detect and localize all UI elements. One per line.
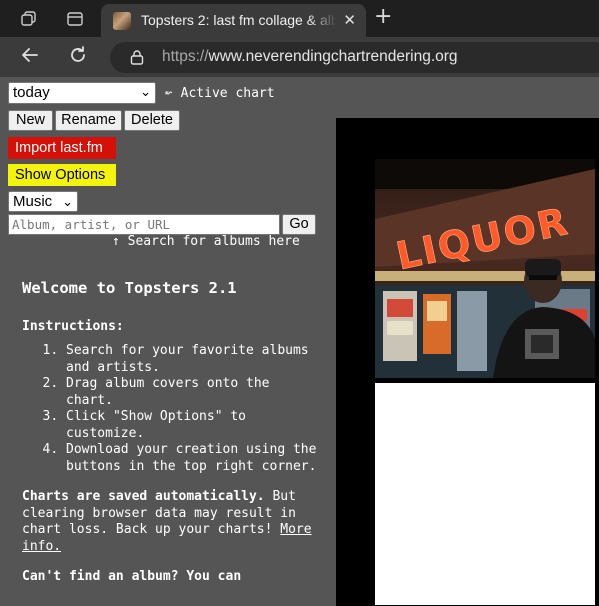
album-cover-image: LIQUOR	[375, 159, 595, 378]
new-chart-button[interactable]: New	[8, 110, 53, 131]
instruction-step: Drag album covers onto the chart.	[66, 376, 322, 409]
instructions-heading: Instructions:	[22, 319, 124, 334]
browser-toolbar: https://www.neverendingchartrendering.or…	[0, 37, 599, 77]
page-content: today ⌄ ↜ Active chart New Rename Delete…	[0, 77, 599, 606]
tab-actions-icon[interactable]	[66, 10, 84, 31]
search-input[interactable]: Album, artist, or URL	[8, 214, 280, 235]
instruction-step: Click "Show Options" to customize.	[66, 409, 322, 442]
reload-icon[interactable]	[68, 45, 88, 68]
lock-icon[interactable]	[130, 50, 144, 65]
import-lastfm-button[interactable]: Import last.fm	[8, 137, 116, 159]
welcome-title: Welcome to Topsters 2.1	[22, 279, 237, 297]
rename-chart-button[interactable]: Rename	[55, 110, 122, 131]
active-chart-label: ↜ Active chart	[165, 86, 275, 101]
close-tab-icon[interactable]: ✕	[343, 11, 356, 29]
chevron-down-icon: ⌄	[62, 194, 73, 209]
chevron-down-icon: ⌄	[140, 84, 151, 99]
chart-cell-empty[interactable]	[375, 383, 595, 605]
media-type-select[interactable]: Music ⌄	[8, 191, 78, 212]
instructions-list: Search for your favorite albums and arti…	[22, 343, 322, 475]
url-text: https://www.neverendingchartrendering.or…	[162, 48, 458, 65]
workspaces-icon[interactable]	[20, 10, 38, 31]
autosave-notice: Charts are saved automatically. But clea…	[22, 489, 312, 554]
tab-active[interactable]: Topsters 2: last fm collage & albu ✕	[101, 4, 366, 37]
chart-select[interactable]: today ⌄	[8, 82, 156, 104]
address-bar[interactable]: https://www.neverendingchartrendering.or…	[110, 42, 599, 73]
site-favicon-icon	[113, 12, 131, 30]
search-go-button[interactable]: Go	[282, 214, 316, 235]
tab-bar: Topsters 2: last fm collage & albu ✕ +	[0, 0, 599, 37]
chart-canvas[interactable]: LIQUOR	[336, 118, 599, 606]
chart-cell-album-cover[interactable]: LIQUOR	[375, 159, 595, 378]
cant-find-text: Can't find an album? You can	[22, 569, 242, 584]
instruction-step: Search for your favorite albums and arti…	[66, 343, 322, 376]
show-options-button[interactable]: Show Options	[8, 164, 116, 186]
back-icon[interactable]	[20, 45, 40, 68]
delete-chart-button[interactable]: Delete	[124, 110, 180, 131]
welcome-panel: Welcome to Topsters 2.1 Instructions: Se…	[22, 279, 322, 586]
instruction-step: Download your creation using the buttons…	[66, 442, 322, 475]
new-tab-icon[interactable]: +	[374, 6, 392, 28]
search-hint: ↑ Search for albums here	[112, 234, 300, 249]
tab-title: Topsters 2: last fm collage & albu	[141, 12, 337, 28]
